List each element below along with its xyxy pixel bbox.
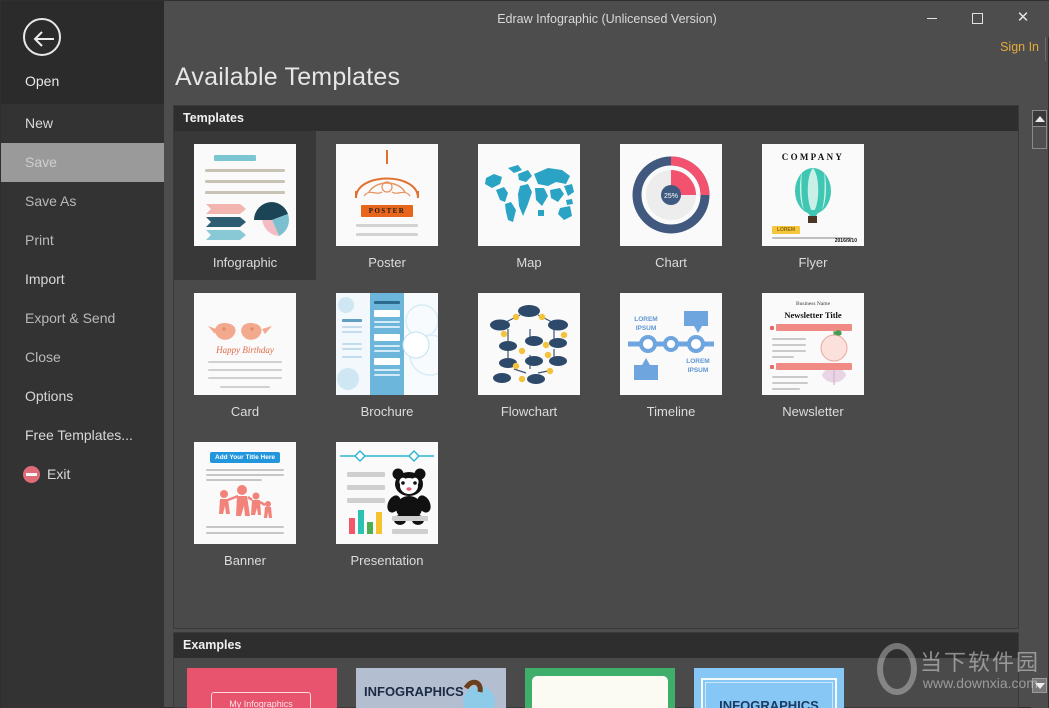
- template-tile-chart[interactable]: 25% Chart: [600, 131, 742, 280]
- template-tile-flyer[interactable]: COMPANY LOREM 2016/9/10 Flyer: [742, 131, 884, 280]
- close-button[interactable]: ✕: [1008, 5, 1038, 31]
- svg-text:Happy Birthday: Happy Birthday: [215, 345, 274, 355]
- templates-section-header: Templates: [174, 106, 1018, 131]
- svg-text:LOREM: LOREM: [686, 358, 709, 365]
- sidebar-item-label: Save As: [25, 193, 77, 209]
- sidebar-item-options[interactable]: Options: [1, 377, 164, 416]
- sidebar-item-label: Exit: [47, 466, 71, 482]
- sidebar-item-label: Close: [25, 349, 61, 365]
- sidebar-item-label: Print: [25, 232, 54, 248]
- sidebar-item-import[interactable]: Import: [1, 260, 164, 299]
- signin-divider: [1045, 37, 1046, 61]
- sign-in-link[interactable]: Sign In: [1000, 40, 1039, 54]
- template-tile-presentation[interactable]: Presentation: [316, 429, 458, 578]
- title-bar: Edraw Infographic (Unlicensed Version) ✕: [164, 1, 1049, 37]
- svg-text:25%: 25%: [664, 193, 678, 200]
- scroll-down-arrow-icon[interactable]: [1032, 678, 1047, 693]
- template-label: Flowchart: [500, 404, 558, 419]
- template-thumbnail-newsletter: Business Name Newsletter Title: [762, 293, 864, 395]
- sidebar-item-save-as[interactable]: Save As: [1, 182, 164, 221]
- template-tile-card[interactable]: Happy Birthday Card: [174, 280, 316, 429]
- template-label: Timeline: [646, 404, 696, 419]
- templates-grid: Infographic POSTER Poster Map 25% Chart …: [174, 131, 1018, 578]
- sidebar-item-label: Import: [25, 271, 65, 287]
- minimize-icon: [927, 18, 937, 20]
- template-thumbnail-brochure: [336, 293, 438, 395]
- sidebar-item-exit[interactable]: Exit: [1, 455, 164, 494]
- scroll-up-arrow-icon[interactable]: [1032, 110, 1047, 127]
- sidebar-item-label: Save: [25, 154, 57, 170]
- svg-text:IPSUM: IPSUM: [636, 325, 657, 332]
- templates-row: Infographic POSTER Poster Map 25% Chart …: [174, 131, 1018, 280]
- sidebar-item-open[interactable]: Open: [25, 73, 59, 89]
- backstage-sidebar: Open New Save Save As Print Import Export & S…: [1, 1, 164, 708]
- exit-icon: [23, 466, 40, 483]
- examples-section-header: Examples: [174, 633, 1018, 658]
- sidebar-item-save[interactable]: Save: [1, 143, 164, 182]
- examples-panel: Examples My Infographics INFOGRAPHICS IN…: [173, 632, 1019, 708]
- sidebar-item-new[interactable]: New: [1, 104, 164, 143]
- template-label: Flyer: [798, 255, 828, 270]
- example-thumbnail-pink[interactable]: My Infographics: [187, 668, 337, 708]
- template-thumbnail-banner: Add Your Title Here: [194, 442, 296, 544]
- example-thumbnail-blue[interactable]: INFOGRAPHICS: [694, 668, 844, 708]
- template-thumbnail-map: [478, 144, 580, 246]
- example-thumbnail-green[interactable]: [525, 668, 675, 708]
- sidebar-item-free-templates[interactable]: Free Templates...: [1, 416, 164, 455]
- sidebar-item-label: New: [25, 115, 54, 131]
- svg-text:LOREM: LOREM: [634, 316, 657, 323]
- template-thumbnail-timeline: LOREM IPSUM LOREM IPSUM: [620, 293, 722, 395]
- template-label: Chart: [655, 255, 687, 270]
- vertical-scrollbar[interactable]: [1031, 105, 1048, 708]
- templates-panel: Templates Infographic POSTER Poster Map …: [173, 105, 1019, 629]
- template-thumbnail-infographic: [194, 144, 296, 246]
- signin-row: Sign In: [164, 37, 1049, 61]
- scrollbar-thumb[interactable]: [1032, 127, 1047, 149]
- edraw-window: Open New Save Save As Print Import Export & S…: [0, 0, 1049, 708]
- template-label: Presentation: [350, 553, 424, 568]
- template-label: Infographic: [212, 255, 278, 270]
- backstage-header: Open: [1, 1, 164, 104]
- examples-strip: My Infographics INFOGRAPHICS INFOGRAPHIC…: [174, 658, 1018, 708]
- templates-row: Add Your Title Here Banner Presentation: [174, 429, 1018, 578]
- template-thumbnail-flyer: COMPANY LOREM 2016/9/10: [762, 144, 864, 246]
- template-thumbnail-flowchart: [478, 293, 580, 395]
- sidebar-item-label: Export & Send: [25, 310, 116, 326]
- template-tile-brochure[interactable]: Brochure: [316, 280, 458, 429]
- template-label: Map: [516, 255, 542, 270]
- template-label: Newsletter: [782, 404, 844, 419]
- sidebar-item-print[interactable]: Print: [1, 221, 164, 260]
- template-tile-poster[interactable]: POSTER Poster: [316, 131, 458, 280]
- template-thumbnail-card: Happy Birthday: [194, 293, 296, 395]
- page-title: Available Templates: [175, 63, 401, 91]
- template-tile-banner[interactable]: Add Your Title Here Banner: [174, 429, 316, 578]
- template-label: Card: [230, 404, 260, 419]
- template-tile-flowchart[interactable]: Flowchart: [458, 280, 600, 429]
- template-tile-timeline[interactable]: LOREM IPSUM LOREM IPSUM Timeline: [600, 280, 742, 429]
- svg-text:IPSUM: IPSUM: [688, 367, 709, 374]
- sidebar-item-label: Free Templates...: [25, 427, 133, 443]
- scroll-up-glyph: [1034, 116, 1045, 122]
- maximize-button[interactable]: [962, 5, 992, 31]
- minimize-button[interactable]: [917, 5, 947, 31]
- templates-row: Happy Birthday Card Brochure Flowchart L…: [174, 280, 1018, 429]
- template-tile-map[interactable]: Map: [458, 131, 600, 280]
- template-thumbnail-poster: POSTER: [336, 144, 438, 246]
- maximize-icon: [971, 13, 983, 25]
- back-arrow-glyph: [33, 31, 54, 47]
- backstage-menu: New Save Save As Print Import Export & Send Cl…: [1, 104, 164, 494]
- example-thumbnail-globe[interactable]: INFOGRAPHICS: [356, 668, 506, 708]
- template-thumbnail-chart: 25%: [620, 144, 722, 246]
- scroll-down-glyph: [1034, 683, 1045, 689]
- template-tile-newsletter[interactable]: Business Name Newsletter Title Newslette…: [742, 280, 884, 429]
- template-label: Brochure: [360, 404, 414, 419]
- template-thumbnail-presentation: [336, 442, 438, 544]
- sidebar-item-export-send[interactable]: Export & Send: [1, 299, 164, 338]
- sidebar-item-label: Options: [25, 388, 74, 404]
- template-label: Poster: [368, 255, 406, 270]
- template-label: Banner: [224, 553, 266, 568]
- sidebar-item-close[interactable]: Close: [1, 338, 164, 377]
- back-arrow-icon[interactable]: [23, 18, 61, 56]
- template-tile-infographic[interactable]: Infographic: [174, 131, 316, 280]
